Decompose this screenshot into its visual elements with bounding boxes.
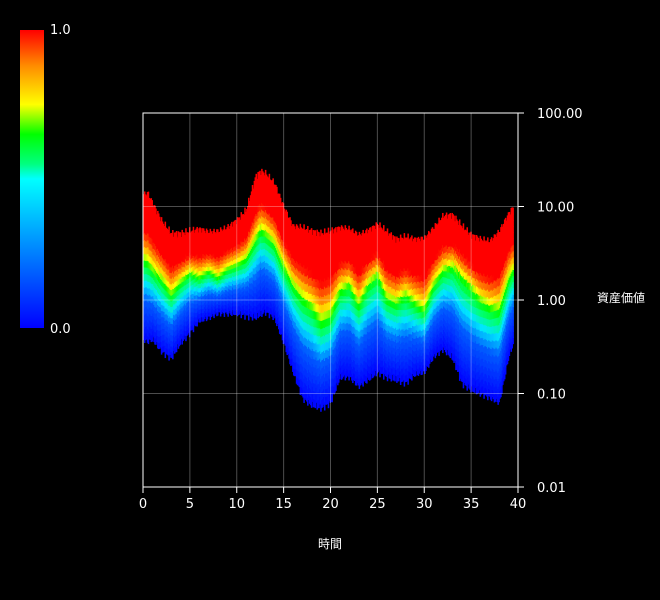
heat-cell	[331, 393, 333, 403]
heat-cell	[276, 186, 278, 194]
heat-cell	[175, 346, 178, 353]
heat-cell	[196, 226, 198, 233]
heat-cell	[155, 208, 157, 216]
heat-cell	[272, 178, 274, 186]
colorbar	[20, 30, 44, 328]
heat-cell	[175, 231, 178, 238]
heat-cell	[196, 321, 198, 327]
chart: 1.0 0.0 0 5 10 15 20 25 30 35 40 0.010.101.0010.…	[20, 23, 645, 551]
heat-cell	[164, 221, 167, 229]
heatmap-area	[143, 168, 514, 412]
heat-cell	[172, 352, 174, 360]
heat-cell	[231, 221, 233, 227]
heat-cell	[248, 314, 250, 321]
heat-cell	[185, 335, 187, 342]
heat-cell	[172, 230, 174, 237]
heat-cell	[234, 310, 237, 315]
colorbar-min-label: 0.0	[50, 322, 71, 337]
heat-cell	[227, 224, 229, 229]
colorbar-max-label: 1.0	[50, 23, 71, 38]
heat-cell	[223, 312, 226, 317]
heat-cell	[244, 314, 246, 320]
heat-cell	[251, 313, 254, 321]
heat-cell	[168, 226, 170, 234]
heat-cell	[200, 228, 202, 234]
heat-cell	[192, 226, 195, 233]
heat-cell	[335, 382, 337, 391]
heat-cell	[255, 312, 258, 320]
heat-cell	[179, 339, 182, 345]
heat-cell	[234, 219, 237, 225]
heat-cell	[192, 326, 195, 333]
heat-cell	[200, 316, 202, 322]
heat-cell	[231, 311, 233, 317]
heat-cell	[227, 311, 229, 317]
